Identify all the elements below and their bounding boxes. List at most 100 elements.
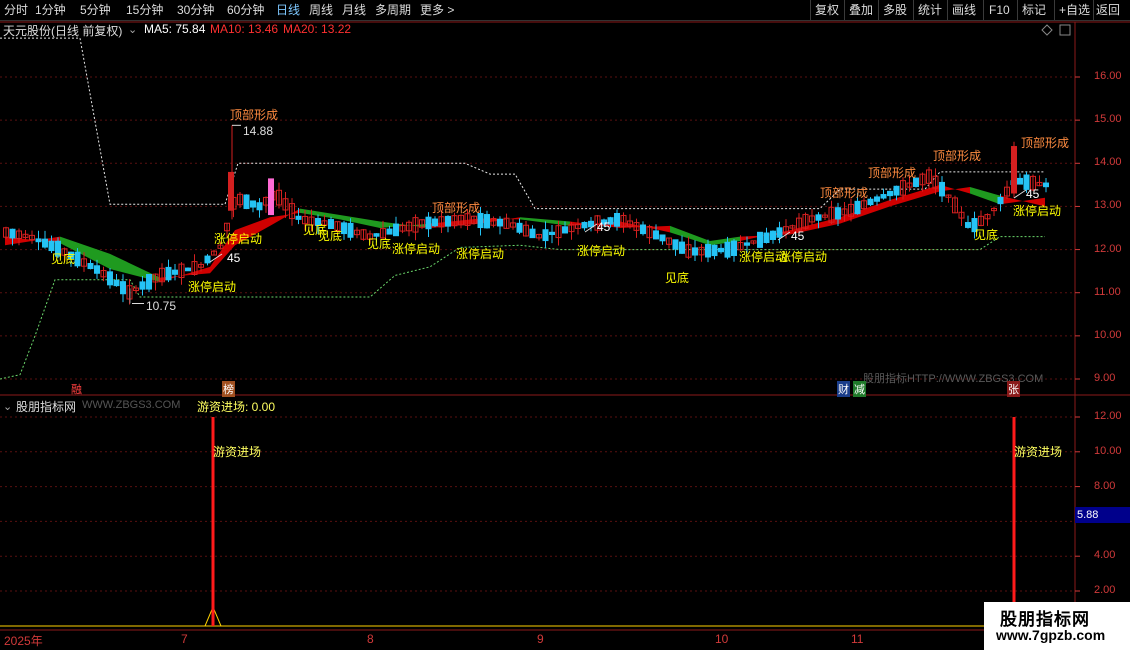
ma10-value: MA10: 13.46 [210,22,279,36]
indicator-tick-label: 12.00 [1094,410,1122,422]
value-badge: 5.88 [1075,507,1130,523]
limit-up-start-label: 涨停启动 [214,232,263,246]
candle-body [139,281,146,290]
candle-body [1011,146,1017,194]
price-tick-label: 11.00 [1094,285,1121,298]
candle-body [295,215,302,220]
candle-body [867,198,874,206]
candle-body [256,202,263,211]
candle-body [172,269,178,275]
candle-body [893,185,900,196]
candle-body [815,214,822,221]
indicator-tick-label: 2.00 [1094,584,1116,596]
bottom-label: 见底 [974,228,999,242]
candle-body [9,228,16,239]
stock-title: 天元股份(日线 前复权) [3,24,123,38]
kline-chart[interactable] [0,0,1130,650]
candle-body [705,244,711,258]
candle-body [204,255,211,264]
maximize-icon[interactable] [1059,24,1071,36]
candle-body [692,247,698,256]
candle-body [672,239,679,250]
chevron-down-icon[interactable]: ⌄ [3,400,12,413]
financial-marker[interactable]: 财 [837,381,850,397]
limit-up-marker[interactable]: 张 [1007,381,1020,397]
bottom-label: 见底 [665,271,690,285]
top-formed-label: 顶部形成 [432,201,481,215]
price-tick-label: 14.00 [1094,156,1122,169]
limit-up-start-label: 涨停启动 [392,242,441,256]
candle-body [1043,182,1049,188]
candle-body [874,196,880,202]
sub-grid [0,416,1080,592]
ma-ribbon-segment [300,208,340,220]
candle-body [757,231,763,248]
price-tick-label: 15.00 [1094,113,1122,126]
candle-body [250,200,256,208]
candle-body [939,181,945,197]
upper-channel-line [0,37,1045,210]
indicator-tick-label: 8.00 [1094,479,1116,492]
ma5-value: MA5: 75.84 [144,22,206,36]
candle-body [549,231,555,235]
signal-45-label: 45 [227,251,241,265]
candle-body [516,222,523,233]
ma-ribbon-segment [970,187,1000,205]
candle-body [185,267,191,272]
candle-body [529,228,536,239]
indicator-tick-label: 4.00 [1094,549,1116,562]
candle-body [770,230,776,240]
site-logo: 股朋指标网 www.7gpzb.com [984,602,1130,650]
candle-body [432,218,438,227]
candle-body [386,228,393,235]
chevron-down-icon[interactable]: ⌄ [128,23,137,36]
limit-up-start-label: 涨停启动 [456,247,505,261]
youzi-value: 游资进场: 0.00 [197,400,276,414]
bottom-label: 见底 [367,237,392,251]
youzi-spike-label: 游资进场 [1014,445,1063,459]
youzi-spike-label: 游资进场 [213,445,262,459]
candle-body [679,241,685,254]
candle-body [107,271,113,286]
candle-body [268,178,274,216]
top-formed-label: 顶部形成 [933,149,982,163]
candle-body [562,226,568,234]
candle-body [87,262,94,270]
indicator-tick-label: 10.00 [1094,444,1122,457]
dragon-tiger-marker[interactable]: 榜 [222,381,235,397]
diamond-icon[interactable] [1041,24,1053,36]
candle-body [880,194,887,199]
signal-45-label: 45 [1026,187,1040,201]
limit-up-start-label: 涨停启动 [188,280,237,294]
candle-body [1017,177,1023,185]
top-formed-label: 顶部形成 [820,186,869,200]
margin-marker[interactable]: 融 [71,381,82,397]
candle-body [763,232,770,243]
candle-body [341,222,347,235]
candle-body [120,281,126,295]
candle-body [711,244,718,257]
candle-body [653,230,659,240]
signal-45-label: 45 [597,220,611,234]
limit-up-start-label: 涨停启动 [779,250,828,264]
candle-body [997,196,1004,205]
price-tick-label: 9.00 [1094,372,1116,384]
logo-url: www.7gpzb.com [996,627,1106,643]
candle-body [35,238,42,243]
limit-up-start-label: 涨停启动 [577,244,626,258]
candle-body [74,251,81,267]
candle-body [94,265,100,274]
candle-body [731,240,737,256]
high-price-label: 14.88 [243,124,274,138]
price-tick-label: 13.00 [1094,199,1122,212]
candle-body [113,279,120,287]
reduce-holding-marker[interactable]: 减 [853,381,866,397]
top-formed-label: 顶部形成 [868,166,917,180]
candle-body [497,218,503,227]
price-tick-label: 12.00 [1094,242,1122,255]
candle-body [393,223,399,237]
price-tick-label: 16.00 [1094,70,1122,82]
price-tick-label: 10.00 [1094,328,1122,341]
candle-body [724,241,731,258]
candle-body [445,215,451,227]
